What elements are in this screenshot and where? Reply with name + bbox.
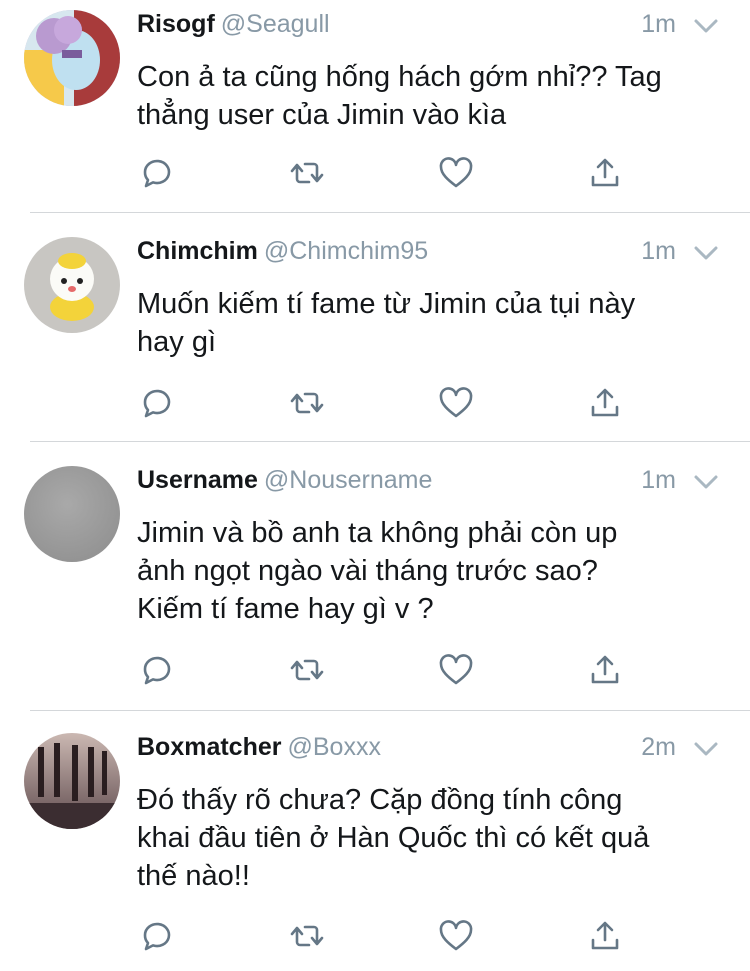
tweet-text-line: Kiếm tí fame hay gì v ? — [137, 593, 434, 625]
retweet-button[interactable] — [287, 383, 327, 423]
retweet-icon — [290, 162, 324, 184]
tweet-text-line: Jimin và bồ anh ta không phải còn up — [137, 517, 618, 549]
tweet[interactable]: Username @Nousername 1m Jimin và bồ anh t… — [0, 442, 750, 710]
like-button[interactable] — [436, 383, 476, 423]
tweet-actions — [137, 153, 657, 193]
tweet-header: Risogf @Seagull 1m — [137, 10, 720, 44]
tweet-actions — [137, 383, 657, 423]
avatar[interactable] — [24, 466, 120, 562]
reply-button[interactable] — [137, 383, 177, 423]
retweet-icon — [290, 659, 324, 681]
tweet-text-line: Con ả ta cũng hống hách gớm nhỉ?? Tag — [137, 61, 662, 93]
share-icon — [591, 158, 619, 187]
avatar[interactable] — [24, 733, 120, 829]
share-icon — [591, 655, 619, 684]
like-icon — [439, 654, 473, 685]
like-icon — [439, 920, 473, 951]
like-button[interactable] — [436, 916, 476, 956]
like-button[interactable] — [436, 153, 476, 193]
user-handle[interactable]: @Seagull — [221, 10, 330, 38]
tweet-header: Boxmatcher @Boxxx 2m — [137, 733, 720, 767]
display-name[interactable]: Chimchim — [137, 237, 258, 265]
reply-icon — [143, 656, 171, 685]
tweet-text-line: thế nào!! — [137, 860, 250, 892]
share-button[interactable] — [585, 383, 625, 423]
reply-button[interactable] — [137, 153, 177, 193]
reply-button[interactable] — [137, 650, 177, 690]
reply-icon — [143, 389, 171, 418]
tweet-actions — [137, 916, 657, 956]
like-icon — [439, 387, 473, 418]
tweet-text-line: hay gì — [137, 326, 216, 358]
tweet[interactable]: Risogf @Seagull 1m Con ả ta cũng hống hác… — [0, 0, 750, 212]
display-name[interactable]: Risogf — [137, 10, 215, 38]
user-handle[interactable]: @Chimchim95 — [264, 237, 428, 265]
avatar[interactable] — [24, 10, 120, 106]
tweet[interactable]: Chimchim @Chimchim95 1m Muốn kiếm tí fame… — [0, 213, 750, 441]
like-button[interactable] — [436, 650, 476, 690]
share-icon — [591, 388, 619, 417]
like-icon — [439, 157, 473, 188]
tweet-text-line: thẳng user của Jimin vào kìa — [137, 99, 507, 131]
reply-icon — [143, 922, 171, 951]
tweet-text: Jimin và bồ anh ta không phải còn up ảnh… — [137, 514, 727, 628]
reply-button[interactable] — [137, 916, 177, 956]
display-name[interactable]: Boxmatcher — [137, 733, 282, 761]
retweet-icon — [290, 392, 324, 414]
retweet-button[interactable] — [287, 916, 327, 956]
tweet-text-line: ảnh ngọt ngào vài tháng trước sao? — [137, 555, 598, 587]
share-button[interactable] — [585, 153, 625, 193]
timestamp: 2m — [641, 733, 676, 761]
chevron-down-icon[interactable] — [692, 241, 720, 265]
tweet-text-line: Đó thấy rõ chưa? Cặp đồng tính công — [137, 784, 623, 816]
reply-icon — [143, 159, 171, 188]
tweet-feed: Risogf @Seagull 1m Con ả ta cũng hống hác… — [0, 0, 750, 971]
tweet[interactable]: Boxmatcher @Boxxx 2m Đó thấy rõ chưa? Cặp… — [0, 711, 750, 971]
chevron-down-icon[interactable] — [692, 470, 720, 494]
tweet-text-line: Muốn kiếm tí fame từ Jimin của tụi này — [137, 288, 636, 320]
chevron-down-icon[interactable] — [692, 737, 720, 761]
timestamp: 1m — [641, 237, 676, 265]
display-name[interactable]: Username — [137, 466, 258, 494]
share-button[interactable] — [585, 916, 625, 956]
tweet-text: Con ả ta cũng hống hách gớm nhỉ?? Tag th… — [137, 58, 727, 134]
retweet-button[interactable] — [287, 650, 327, 690]
user-handle[interactable]: @Nousername — [264, 466, 433, 494]
timestamp: 1m — [641, 10, 676, 38]
tweet-header: Chimchim @Chimchim95 1m — [137, 237, 720, 271]
tweet-text: Đó thấy rõ chưa? Cặp đồng tính công khai… — [137, 781, 727, 895]
timestamp: 1m — [641, 466, 676, 494]
tweet-header: Username @Nousername 1m — [137, 466, 720, 500]
tweet-text-line: khai đầu tiên ở Hàn Quốc thì có kết quả — [137, 822, 650, 854]
retweet-button[interactable] — [287, 153, 327, 193]
avatar[interactable] — [24, 237, 120, 333]
retweet-icon — [290, 925, 324, 947]
user-handle[interactable]: @Boxxx — [288, 733, 381, 761]
share-icon — [591, 921, 619, 950]
tweet-text: Muốn kiếm tí fame từ Jimin của tụi này h… — [137, 285, 727, 361]
tweet-actions — [137, 650, 657, 690]
chevron-down-icon[interactable] — [692, 14, 720, 38]
share-button[interactable] — [585, 650, 625, 690]
